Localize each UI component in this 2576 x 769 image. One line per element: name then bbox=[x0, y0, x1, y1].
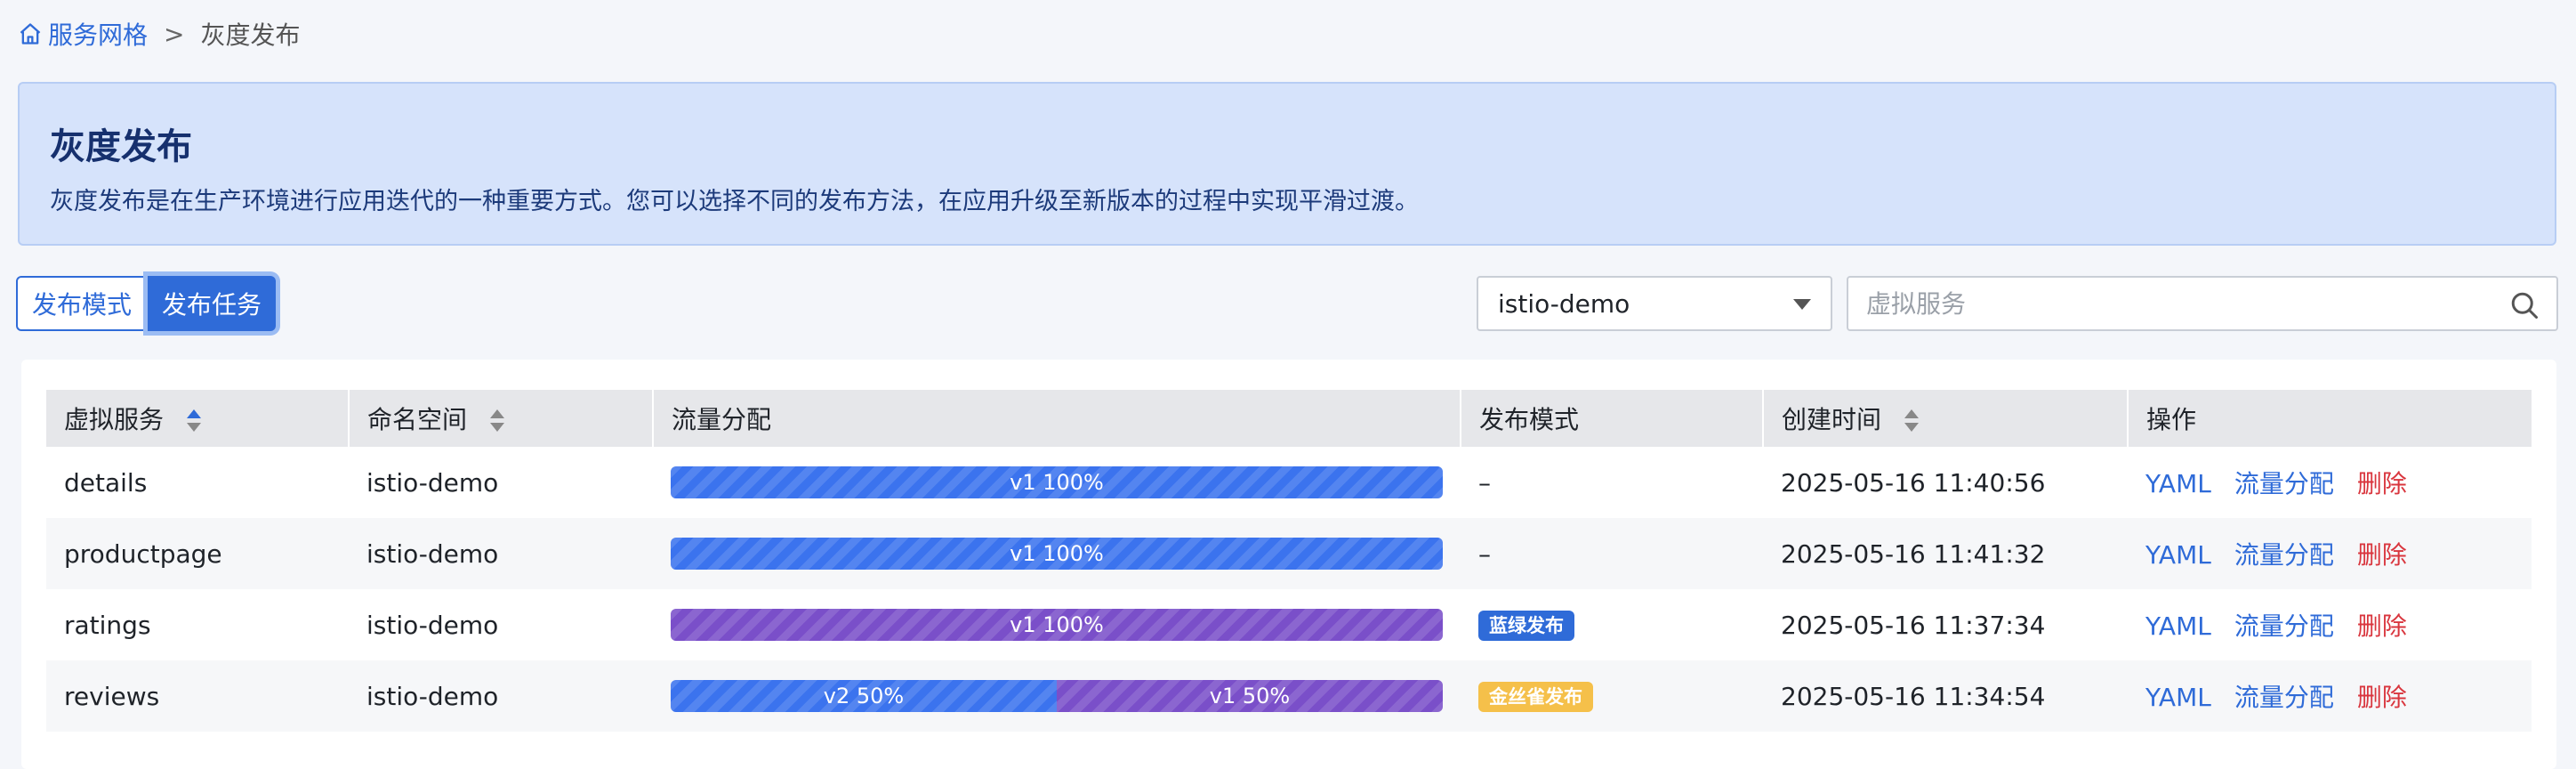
traffic-segment: v2 50% bbox=[671, 680, 1057, 712]
actions-cell: YAML 流量分配 删除 bbox=[2128, 660, 2532, 732]
table-row: details istio-demo v1 100% – 2025-05-16 11:4… bbox=[46, 447, 2532, 518]
traffic-cell: v1 100% bbox=[653, 589, 1461, 660]
traffic-cell: v1 100% bbox=[653, 447, 1461, 518]
namespace-cell: istio-demo bbox=[366, 610, 499, 640]
column-header-mode: 发布模式 bbox=[1461, 390, 1764, 447]
yaml-link[interactable]: YAML bbox=[2145, 540, 2211, 570]
service-name: reviews bbox=[46, 660, 349, 732]
status-badge: 蓝绿发布 bbox=[1478, 611, 1574, 641]
table-row: ratings istio-demo v1 100% 蓝绿发布 2025-05-16 1… bbox=[46, 589, 2532, 660]
namespace-select[interactable]: istio-demo bbox=[1477, 276, 1832, 331]
namespace-select-value: istio-demo bbox=[1498, 288, 1630, 319]
yaml-link[interactable]: YAML bbox=[2145, 469, 2211, 498]
traffic-bar: v1 100% bbox=[671, 609, 1443, 641]
delete-link[interactable]: 删除 bbox=[2357, 678, 2407, 714]
delete-link[interactable]: 删除 bbox=[2357, 536, 2407, 571]
traffic-assign-link[interactable]: 流量分配 bbox=[2234, 607, 2334, 643]
column-header-service[interactable]: 虚拟服务 bbox=[46, 390, 350, 447]
search-icon[interactable] bbox=[2508, 289, 2540, 321]
traffic-bar: v2 50% v1 50% bbox=[671, 680, 1443, 712]
mode-cell: – bbox=[1461, 518, 1763, 589]
tab-release-mode[interactable]: 发布模式 bbox=[16, 276, 149, 331]
sort-icon[interactable] bbox=[490, 409, 505, 433]
mode-cell: – bbox=[1461, 447, 1763, 518]
service-name: productpage bbox=[46, 518, 349, 589]
traffic-cell: v1 100% bbox=[653, 518, 1461, 589]
actions-cell: YAML 流量分配 删除 bbox=[2128, 518, 2532, 589]
traffic-assign-link[interactable]: 流量分配 bbox=[2234, 678, 2334, 714]
service-name: ratings bbox=[64, 610, 151, 640]
traffic-assign-link[interactable]: 流量分配 bbox=[2234, 536, 2334, 571]
table-header-row: 虚拟服务 命名空间 流量分配 发布模式 创建时间 操作 bbox=[46, 390, 2532, 447]
created-time: 2025-05-16 11:34:54 bbox=[1763, 660, 2128, 732]
traffic-bar: v1 100% bbox=[671, 466, 1443, 498]
traffic-segment: v1 100% bbox=[671, 538, 1443, 570]
created-time: 2025-05-16 11:37:34 bbox=[1781, 610, 2046, 640]
traffic-segment: v1 100% bbox=[671, 466, 1443, 498]
info-banner: 灰度发布 灰度发布是在生产环境进行应用迭代的一种重要方式。您可以选择不同的发布方… bbox=[18, 82, 2556, 246]
namespace-cell: istio-demo bbox=[349, 518, 653, 589]
mode-cell: 蓝绿发布 bbox=[1461, 589, 1763, 660]
traffic-segment: v1 50% bbox=[1057, 680, 1443, 712]
column-header-actions: 操作 bbox=[2128, 390, 2532, 447]
page-title: 灰度发布 bbox=[50, 126, 192, 167]
search-input[interactable] bbox=[1848, 287, 2491, 320]
namespace-cell: istio-demo bbox=[349, 660, 653, 732]
delete-link[interactable]: 删除 bbox=[2357, 465, 2407, 500]
caret-down-icon bbox=[1793, 299, 1811, 310]
sort-icon[interactable] bbox=[187, 409, 202, 433]
status-badge: 金丝雀发布 bbox=[1478, 682, 1593, 712]
tab-group: 发布模式 发布任务 bbox=[16, 276, 277, 331]
mode-placeholder: – bbox=[1478, 467, 1491, 498]
task-table-panel: 虚拟服务 命名空间 流量分配 发布模式 创建时间 操作 details istio… bbox=[21, 360, 2556, 769]
column-header-namespace[interactable]: 命名空间 bbox=[349, 390, 654, 447]
breadcrumb: 服务网格 > 灰度发布 bbox=[18, 16, 301, 52]
traffic-cell: v2 50% v1 50% bbox=[653, 660, 1461, 732]
actions-cell: YAML 流量分配 删除 bbox=[2128, 589, 2532, 660]
service-name: details bbox=[64, 467, 148, 498]
actions-cell: YAML 流量分配 删除 bbox=[2128, 447, 2532, 518]
mode-placeholder: – bbox=[1478, 538, 1491, 569]
created-time: 2025-05-16 11:40:56 bbox=[1781, 467, 2046, 498]
tab-release-task[interactable]: 发布任务 bbox=[148, 276, 277, 331]
yaml-link[interactable]: YAML bbox=[2145, 683, 2211, 712]
breadcrumb-separator: > bbox=[164, 19, 185, 49]
column-header-traffic: 流量分配 bbox=[653, 390, 1461, 447]
yaml-link[interactable]: YAML bbox=[2145, 611, 2211, 641]
page-description: 灰度发布是在生产环境进行应用迭代的一种重要方式。您可以选择不同的发布方法，在应用… bbox=[50, 188, 1419, 215]
breadcrumb-current: 灰度发布 bbox=[200, 20, 301, 50]
table-row: productpage istio-demo v1 100% – 2025-05-16 … bbox=[46, 518, 2532, 589]
traffic-segment: v1 100% bbox=[671, 609, 1443, 641]
traffic-bar: v1 100% bbox=[671, 538, 1443, 570]
task-table: 虚拟服务 命名空间 流量分配 发布模式 创建时间 操作 details istio… bbox=[46, 390, 2532, 732]
mode-cell: 金丝雀发布 bbox=[1461, 660, 1763, 732]
home-icon[interactable] bbox=[18, 21, 43, 46]
breadcrumb-home-link[interactable]: 服务网格 bbox=[48, 16, 148, 52]
namespace-cell: istio-demo bbox=[366, 467, 499, 498]
traffic-assign-link[interactable]: 流量分配 bbox=[2234, 465, 2334, 500]
created-time: 2025-05-16 11:41:32 bbox=[1763, 518, 2128, 589]
column-header-created[interactable]: 创建时间 bbox=[1763, 390, 2129, 447]
table-row: reviews istio-demo v2 50% v1 50% 金丝雀发布 2025-0… bbox=[46, 660, 2532, 732]
search-box bbox=[1847, 276, 2558, 331]
sort-icon[interactable] bbox=[1904, 409, 1920, 433]
delete-link[interactable]: 删除 bbox=[2357, 607, 2407, 643]
